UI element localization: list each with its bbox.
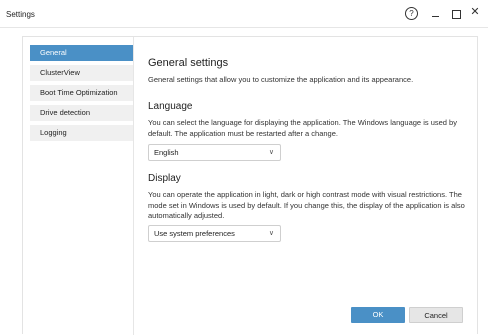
- sidebar: General ClusterView Boot Time Optimizati…: [30, 45, 133, 145]
- sidebar-item-boot-time-optimization[interactable]: Boot Time Optimization: [30, 85, 133, 101]
- sidebar-item-clusterview[interactable]: ClusterView: [30, 65, 133, 81]
- title-bar: Settings ? ✕: [0, 0, 488, 28]
- help-icon[interactable]: ?: [405, 7, 418, 20]
- language-select[interactable]: English ∨: [148, 144, 281, 161]
- display-mode-select[interactable]: Use system preferences ∨: [148, 225, 281, 242]
- ok-button[interactable]: OK: [351, 307, 405, 323]
- display-select-value: Use system preferences: [154, 229, 235, 238]
- page-description: General settings that allow you to custo…: [148, 75, 414, 84]
- sidebar-item-logging[interactable]: Logging: [30, 125, 133, 141]
- close-icon[interactable]: ✕: [469, 5, 481, 19]
- settings-panel: General ClusterView Boot Time Optimizati…: [22, 36, 478, 335]
- language-heading: Language: [148, 101, 193, 112]
- display-description: You can operate the application in light…: [148, 190, 465, 220]
- minimize-icon[interactable]: [430, 6, 442, 20]
- cancel-button[interactable]: Cancel: [409, 307, 463, 323]
- window-title: Settings: [6, 10, 35, 19]
- language-description: You can select the language for displayi…: [148, 118, 457, 138]
- language-select-value: English: [154, 148, 179, 157]
- page-title: General settings: [148, 57, 229, 69]
- chevron-down-icon: ∨: [268, 230, 274, 237]
- display-heading: Display: [148, 173, 181, 184]
- maximize-icon[interactable]: [450, 6, 462, 20]
- sidebar-item-drive-detection[interactable]: Drive detection: [30, 105, 133, 121]
- sidebar-item-general[interactable]: General: [30, 45, 133, 61]
- sidebar-divider: [133, 37, 134, 335]
- chevron-down-icon: ∨: [268, 149, 274, 156]
- settings-window: Settings ? ✕ General ClusterView Boot Ti…: [0, 0, 488, 335]
